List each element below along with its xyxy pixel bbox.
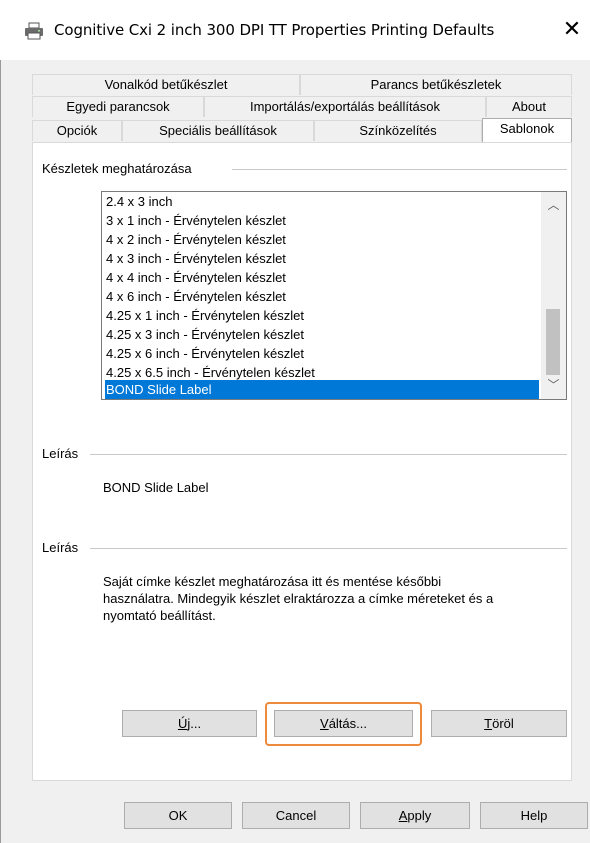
close-button[interactable]: ✕ [556,14,588,46]
list-item[interactable]: 4.25 x 6 inch - Érvénytelen készlet [105,344,539,363]
tab-color-approx[interactable]: Színközelítés [314,120,482,141]
tab-row-3: Opciók Speciális beállítások Színközelít… [32,118,572,143]
tab-advanced-settings[interactable]: Speciális beállítások [122,120,314,141]
list-item[interactable]: 4 x 3 inch - Érvénytelen készlet [105,249,539,268]
chevron-down-icon[interactable]: ﹀ [541,376,566,394]
group-divider [90,454,567,455]
help-line-1: Saját címke készlet meghatározása itt és… [103,574,442,589]
new-button[interactable]: Új... [122,710,257,737]
apply-button[interactable]: Apply [360,802,470,829]
list-item[interactable]: 4.25 x 3 inch - Érvénytelen készlet [105,325,539,344]
apply-button-label: pply [407,808,432,823]
scrollbar-thumb[interactable] [546,309,560,375]
delete-button[interactable]: Töröl [431,710,567,737]
list-item[interactable]: 4.25 x 1 inch - Érvénytelen készlet [105,306,539,325]
tab-barcode-fonts[interactable]: Vonalkód betűkészlet [32,74,300,95]
group-label-description: Leírás [42,446,85,461]
group-divider [90,548,567,549]
tab-import-export[interactable]: Importálás/exportálás beállítások [204,96,486,117]
tab-row-1: Vonalkód betűkészlet Parancs betűkészlet… [32,74,572,96]
focus-highlight [265,702,422,746]
tab-row-2: Egyedi parancsok Importálás/exportálás b… [32,96,572,118]
delete-button-label: öröl [492,716,514,731]
help-button[interactable]: Help [480,802,588,829]
new-button-accel: Ú [177,716,188,731]
chevron-up-icon[interactable]: ︿ [541,196,566,214]
new-button-label: j... [187,716,202,731]
printer-icon [25,22,43,40]
list-item[interactable]: 2.4 x 3 inch [105,192,539,211]
ok-button[interactable]: OK [124,802,232,829]
window-title: Cognitive Cxi 2 inch 300 DPI TT Properti… [54,21,495,39]
tab-about[interactable]: About [486,96,572,117]
tab-options[interactable]: Opciók [32,120,122,141]
group-divider [232,169,567,170]
list-item[interactable]: 4 x 6 inch - Érvénytelen készlet [105,287,539,306]
list-item-selected[interactable]: BOND Slide Label [105,380,539,399]
cancel-button[interactable]: Cancel [242,802,350,829]
list-item[interactable]: 4 x 4 inch - Érvénytelen készlet [105,268,539,287]
title-bar: Cognitive Cxi 2 inch 300 DPI TT Properti… [0,0,590,60]
selected-set-description: BOND Slide Label [103,480,209,495]
window-border [0,60,1,843]
delete-button-accel: T [484,716,493,731]
tab-templates[interactable]: Sablonok [482,118,572,143]
tab-custom-commands[interactable]: Egyedi parancsok [32,96,204,117]
help-line-2: használatra. Mindegyik készlet elraktáro… [103,591,494,606]
tab-command-fonts[interactable]: Parancs betűkészletek [300,74,572,95]
list-item[interactable]: 3 x 1 inch - Érvénytelen készlet [105,211,539,230]
group-label-sets: Készletek meghatározása [42,161,198,176]
group-label-help: Leírás [42,540,85,555]
help-line-3: nyomtató beállítást. [103,608,216,623]
list-item[interactable]: 4 x 2 inch - Érvénytelen készlet [105,230,539,249]
sets-listbox[interactable]: 2.4 x 3 inch 3 x 1 inch - Érvénytelen ké… [101,191,567,400]
listbox-scrollbar[interactable]: ︿ ﹀ [541,192,566,399]
